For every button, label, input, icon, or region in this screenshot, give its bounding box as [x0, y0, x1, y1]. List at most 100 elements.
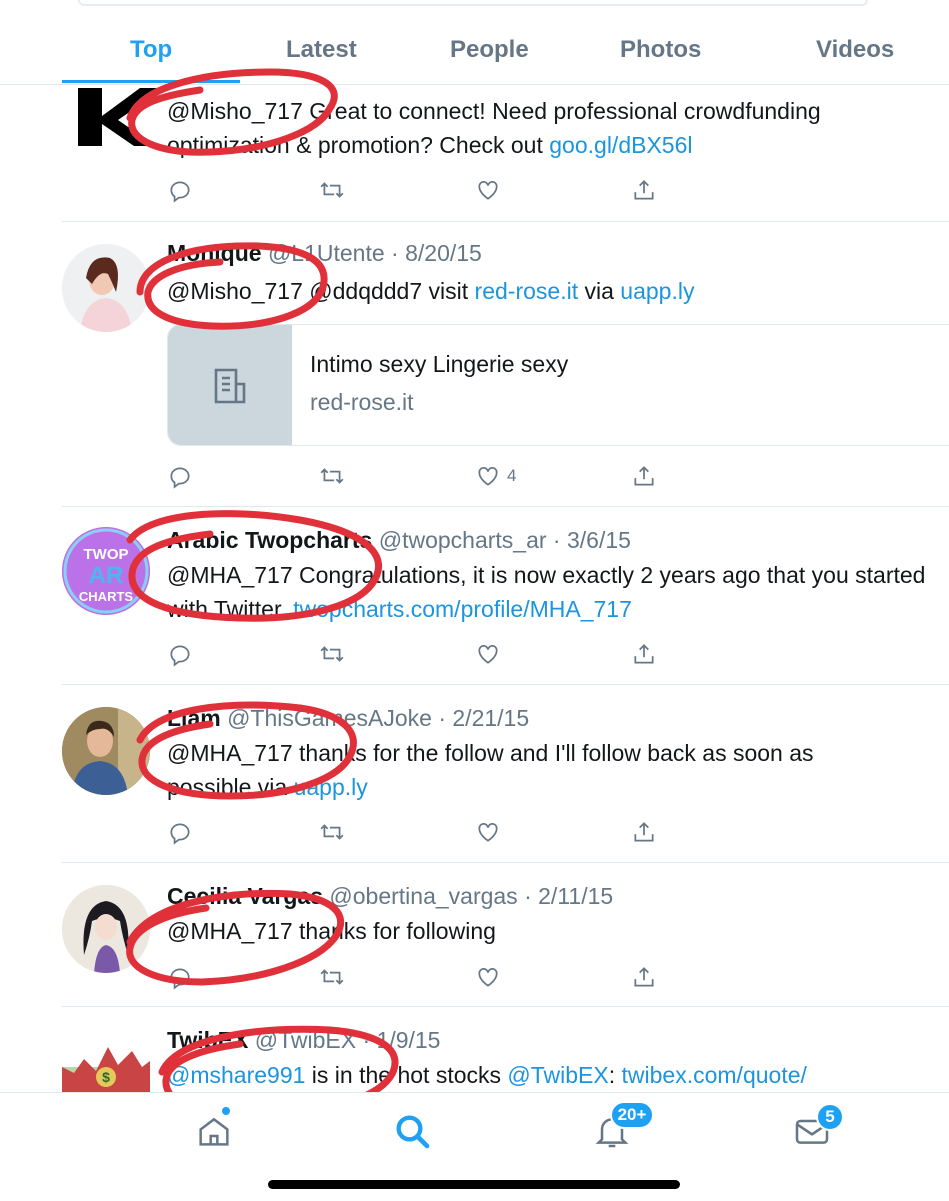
- author-name[interactable]: Monique: [167, 240, 262, 266]
- reply-button[interactable]: [167, 640, 193, 668]
- reply-button[interactable]: [167, 176, 193, 204]
- tweet-text: @mshare991 is in the hot stocks @TwibEX:…: [167, 1062, 807, 1088]
- author-name[interactable]: Cecilia Vargas: [167, 883, 323, 909]
- tweet-date[interactable]: 8/20/15: [405, 240, 482, 266]
- share-button[interactable]: [631, 176, 657, 204]
- tweet-link[interactable]: goo.gl/dBX56l: [549, 132, 692, 158]
- separator: ·: [546, 527, 567, 553]
- mention-link[interactable]: @TwibEX: [507, 1062, 608, 1088]
- tweet[interactable]: Cecilia Vargas @obertina_vargas · 2/11/1…: [62, 863, 949, 1007]
- tweet-actions: [167, 818, 687, 848]
- tweet-link[interactable]: uapp.ly: [294, 774, 368, 800]
- tweet[interactable]: TWOP AR CHARTS Arabic Twopcharts @twopch…: [62, 507, 949, 685]
- tweet-text: @MHA_717 thanks for the follow and I'll …: [167, 740, 814, 800]
- nav-search[interactable]: [392, 1111, 440, 1159]
- new-content-dot: [222, 1107, 230, 1115]
- tab-people[interactable]: People: [450, 36, 529, 64]
- like-button[interactable]: [475, 640, 501, 668]
- share-button[interactable]: [631, 963, 657, 991]
- separator: ·: [431, 705, 453, 731]
- tweet-date[interactable]: 2/21/15: [452, 705, 529, 731]
- retweet-button[interactable]: [319, 640, 345, 668]
- avatar[interactable]: [62, 885, 150, 973]
- avatar[interactable]: [62, 244, 150, 332]
- author-handle[interactable]: @obertina_vargas: [329, 883, 517, 909]
- like-button[interactable]: 4: [475, 462, 516, 490]
- avatar[interactable]: $: [62, 1037, 150, 1097]
- tweet[interactable]: Monique @L1Utente · 8/20/15 @Misho_717 @…: [62, 222, 949, 507]
- like-count: 4: [507, 466, 517, 485]
- tweet[interactable]: @Misho_717 Great to connect! Need profes…: [62, 86, 949, 222]
- share-button[interactable]: [631, 640, 657, 668]
- author-name[interactable]: Liam: [167, 705, 221, 731]
- tweet-link[interactable]: uapp.ly: [620, 278, 694, 304]
- tweet-text: @Misho_717 @ddqddd7 visit red-rose.it vi…: [167, 278, 695, 304]
- document-icon: [214, 368, 246, 404]
- tweet-actions: [167, 963, 687, 993]
- avatar[interactable]: TWOP AR CHARTS: [62, 527, 150, 615]
- tweet-header: Monique @L1Utente · 8/20/15: [167, 240, 482, 267]
- tweet[interactable]: Liam @ThisGamesAJoke · 2/21/15 @MHA_717 …: [62, 685, 949, 863]
- link-card[interactable]: Intimo sexy Lingerie sexy red-rose.it: [167, 324, 949, 446]
- like-button[interactable]: [475, 176, 501, 204]
- tweet[interactable]: $ TwibEX @TwibEX · 1/9/15 @mshare991 is …: [62, 1007, 949, 1097]
- author-handle[interactable]: @twopcharts_ar: [379, 527, 547, 553]
- retweet-icon: [320, 646, 344, 662]
- tweet-link[interactable]: twibex.com/quote/: [622, 1062, 807, 1088]
- heart-icon: [478, 645, 498, 664]
- mention-link[interactable]: @mshare991: [167, 1062, 305, 1088]
- home-indicator: [268, 1180, 680, 1189]
- like-button[interactable]: [475, 818, 501, 846]
- tab-photos[interactable]: Photos: [620, 36, 701, 64]
- nav-notifications[interactable]: 20+: [592, 1101, 654, 1159]
- separator: ·: [356, 1027, 377, 1053]
- tab-videos[interactable]: Videos: [816, 36, 894, 64]
- share-icon: [634, 644, 654, 664]
- heart-icon: [478, 467, 498, 486]
- nav-messages[interactable]: 5: [792, 1103, 844, 1159]
- tweet-link[interactable]: red-rose.it: [475, 278, 579, 304]
- tweet-text: @MHA_717 Congratulations, it is now exac…: [167, 562, 926, 622]
- author-handle[interactable]: @ThisGamesAJoke: [227, 705, 432, 731]
- like-button[interactable]: [475, 963, 501, 991]
- tab-latest[interactable]: Latest: [286, 36, 357, 64]
- tweet-actions: [167, 640, 687, 670]
- reply-icon: [170, 467, 190, 489]
- tab-top[interactable]: Top: [130, 36, 172, 64]
- reply-button[interactable]: [167, 963, 193, 991]
- active-tab-indicator: [62, 80, 240, 83]
- tweet-link[interactable]: twopcharts.com/profile/MHA_717: [293, 596, 632, 622]
- nav-home[interactable]: [194, 1107, 242, 1159]
- reply-icon: [170, 968, 190, 990]
- author-handle[interactable]: @TwibEX: [255, 1027, 356, 1053]
- retweet-button[interactable]: [319, 818, 345, 846]
- tweet-header: Arabic Twopcharts @twopcharts_ar · 3/6/1…: [167, 527, 631, 554]
- tweet-date[interactable]: 2/11/15: [538, 883, 613, 909]
- home-icon: [199, 1117, 229, 1146]
- reply-icon: [170, 645, 190, 667]
- share-icon: [634, 967, 654, 987]
- notifications-badge: 20+: [610, 1101, 654, 1129]
- avatar[interactable]: [62, 707, 150, 795]
- share-icon: [634, 822, 654, 842]
- reply-button[interactable]: [167, 818, 193, 846]
- search-bar-edge: [78, 0, 868, 6]
- author-name[interactable]: Arabic Twopcharts: [167, 527, 372, 553]
- share-button[interactable]: [631, 818, 657, 846]
- retweet-icon: [320, 468, 344, 484]
- tweet-text: @Misho_717 Great to connect! Need profes…: [167, 98, 821, 158]
- retweet-button[interactable]: [319, 176, 345, 204]
- share-button[interactable]: [631, 462, 657, 490]
- tweet-date[interactable]: 3/6/15: [567, 527, 631, 553]
- author-name[interactable]: TwibEX: [167, 1027, 248, 1053]
- reply-button[interactable]: [167, 462, 193, 490]
- share-icon: [634, 466, 654, 486]
- author-handle[interactable]: @L1Utente: [268, 240, 385, 266]
- retweet-button[interactable]: [319, 462, 345, 490]
- avatar-text-mid: AR: [89, 562, 124, 589]
- reply-icon: [170, 823, 190, 845]
- retweet-button[interactable]: [319, 963, 345, 991]
- tweet-date[interactable]: 1/9/15: [377, 1027, 441, 1053]
- heart-icon: [478, 823, 498, 842]
- avatar-text-top: TWOP: [84, 546, 129, 563]
